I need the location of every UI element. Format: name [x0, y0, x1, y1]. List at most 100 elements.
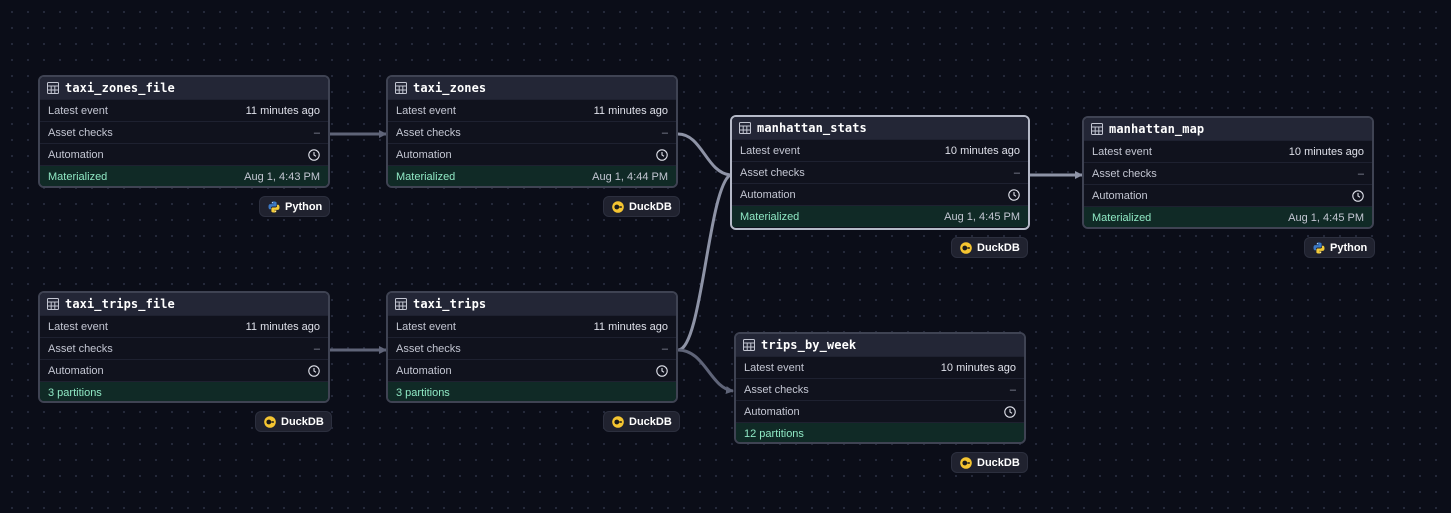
clock-icon[interactable]: [656, 148, 668, 161]
partitions-status-row[interactable]: 12 partitions: [736, 422, 1024, 442]
asset-checks-value: –: [661, 126, 668, 139]
asset-checks-label: Asset checks: [744, 383, 809, 396]
latest-event-row: Latest event 11 minutes ago: [388, 99, 676, 121]
partitions-label[interactable]: 3 partitions: [48, 387, 102, 399]
asset-checks-label: Asset checks: [1092, 167, 1157, 180]
compute-kind-label: DuckDB: [977, 456, 1020, 469]
materialization-status-row[interactable]: Materialized Aug 1, 4:43 PM: [40, 165, 328, 186]
python-icon: [1313, 242, 1325, 253]
asset-node-header[interactable]: taxi_zones_file: [40, 77, 328, 99]
compute-kind-label: DuckDB: [281, 415, 324, 428]
partitions-status-row[interactable]: 3 partitions: [40, 381, 328, 401]
latest-event-value[interactable]: 11 minutes ago: [594, 321, 668, 333]
status-label: Materialized: [396, 170, 456, 183]
asset-checks-value: –: [1013, 166, 1020, 179]
latest-event-row: Latest event 10 minutes ago: [736, 356, 1024, 378]
asset-node-header[interactable]: taxi_zones: [388, 77, 676, 99]
automation-row: Automation: [40, 359, 328, 381]
asset-checks-value: –: [661, 342, 668, 355]
asset-node-header[interactable]: manhattan_stats: [732, 117, 1028, 139]
asset-node-taxi_zones_file[interactable]: taxi_zones_file Latest event 11 minutes a…: [38, 75, 330, 188]
asset-node-header[interactable]: manhattan_map: [1084, 118, 1372, 140]
asset-name[interactable]: taxi_zones: [413, 81, 486, 95]
compute-kind-badge: Python: [1304, 237, 1376, 258]
partitions-label[interactable]: 3 partitions: [396, 387, 450, 399]
asset-name[interactable]: taxi_trips: [413, 297, 486, 311]
asset-checks-row: Asset checks –: [736, 378, 1024, 400]
asset-node-taxi_trips[interactable]: taxi_trips Latest event 11 minutes ago As…: [386, 291, 678, 403]
asset-name[interactable]: taxi_trips_file: [65, 297, 175, 311]
materialization-status-row[interactable]: Materialized Aug 1, 4:45 PM: [1084, 206, 1372, 227]
automation-row: Automation: [732, 183, 1028, 205]
status-label: Materialized: [1092, 211, 1152, 224]
latest-event-value[interactable]: 10 minutes ago: [945, 145, 1020, 157]
automation-row: Automation: [736, 400, 1024, 422]
materialization-status-row[interactable]: Materialized Aug 1, 4:44 PM: [388, 165, 676, 186]
duckdb-icon: [264, 415, 276, 428]
asset-name[interactable]: manhattan_stats: [757, 121, 867, 135]
latest-event-label: Latest event: [48, 104, 108, 117]
asset-node-header[interactable]: taxi_trips_file: [40, 293, 328, 315]
clock-icon[interactable]: [1004, 405, 1016, 418]
latest-event-value[interactable]: 11 minutes ago: [246, 105, 320, 117]
automation-label: Automation: [48, 364, 104, 377]
automation-row: Automation: [40, 143, 328, 165]
automation-label: Automation: [396, 364, 452, 377]
asset-checks-label: Asset checks: [396, 126, 461, 139]
latest-event-label: Latest event: [48, 320, 108, 333]
table-icon: [1091, 123, 1103, 135]
asset-node-taxi_zones[interactable]: taxi_zones Latest event 11 minutes ago As…: [386, 75, 678, 188]
asset-checks-label: Asset checks: [48, 342, 113, 355]
automation-label: Automation: [396, 148, 452, 161]
asset-node-header[interactable]: taxi_trips: [388, 293, 676, 315]
clock-icon[interactable]: [308, 364, 320, 377]
asset-checks-label: Asset checks: [48, 126, 113, 139]
partitions-status-row[interactable]: 3 partitions: [388, 381, 676, 401]
clock-icon[interactable]: [656, 364, 668, 377]
clock-icon[interactable]: [308, 148, 320, 161]
automation-label: Automation: [48, 148, 104, 161]
materialization-status-row[interactable]: Materialized Aug 1, 4:45 PM: [732, 205, 1028, 227]
latest-event-value[interactable]: 11 minutes ago: [594, 105, 668, 117]
table-icon: [47, 298, 59, 310]
compute-kind-badge: DuckDB: [603, 196, 680, 217]
clock-icon[interactable]: [1008, 188, 1020, 201]
table-icon: [395, 298, 407, 310]
asset-checks-value: –: [313, 126, 320, 139]
latest-event-value[interactable]: 10 minutes ago: [1289, 146, 1364, 158]
automation-row: Automation: [1084, 184, 1372, 206]
partitions-label[interactable]: 12 partitions: [744, 428, 804, 440]
asset-node-header[interactable]: trips_by_week: [736, 334, 1024, 356]
latest-event-row: Latest event 11 minutes ago: [40, 315, 328, 337]
automation-row: Automation: [388, 359, 676, 381]
asset-name[interactable]: taxi_zones_file: [65, 81, 175, 95]
compute-kind-label: Python: [285, 200, 323, 213]
asset-node-trips_by_week[interactable]: trips_by_week Latest event 10 minutes ago…: [734, 332, 1026, 444]
asset-checks-value: –: [1009, 383, 1016, 396]
table-icon: [739, 122, 751, 134]
python-icon: [268, 201, 280, 212]
asset-name[interactable]: manhattan_map: [1109, 122, 1204, 136]
latest-event-label: Latest event: [396, 320, 456, 333]
status-time[interactable]: Aug 1, 4:43 PM: [244, 171, 320, 183]
status-time[interactable]: Aug 1, 4:45 PM: [944, 211, 1020, 223]
compute-kind-badge: DuckDB: [255, 411, 332, 432]
latest-event-value[interactable]: 11 minutes ago: [246, 321, 320, 333]
asset-node-taxi_trips_file[interactable]: taxi_trips_file Latest event 11 minutes a…: [38, 291, 330, 403]
latest-event-row: Latest event 10 minutes ago: [732, 139, 1028, 161]
automation-row: Automation: [388, 143, 676, 165]
edge-taxi_trips-to-manhattan_stats: [677, 173, 732, 352]
compute-kind-label: DuckDB: [977, 241, 1020, 254]
status-time[interactable]: Aug 1, 4:44 PM: [592, 171, 668, 183]
clock-icon[interactable]: [1352, 189, 1364, 202]
table-icon: [47, 82, 59, 94]
asset-name[interactable]: trips_by_week: [761, 338, 856, 352]
asset-node-manhattan_stats[interactable]: manhattan_stats Latest event 10 minutes a…: [730, 115, 1030, 230]
asset-checks-row: Asset checks –: [1084, 162, 1372, 184]
asset-node-manhattan_map[interactable]: manhattan_map Latest event 10 minutes ago…: [1082, 116, 1374, 229]
latest-event-value[interactable]: 10 minutes ago: [941, 362, 1016, 374]
asset-checks-row: Asset checks –: [388, 337, 676, 359]
compute-kind-badge: DuckDB: [951, 237, 1028, 258]
status-time[interactable]: Aug 1, 4:45 PM: [1288, 212, 1364, 224]
latest-event-row: Latest event 11 minutes ago: [40, 99, 328, 121]
